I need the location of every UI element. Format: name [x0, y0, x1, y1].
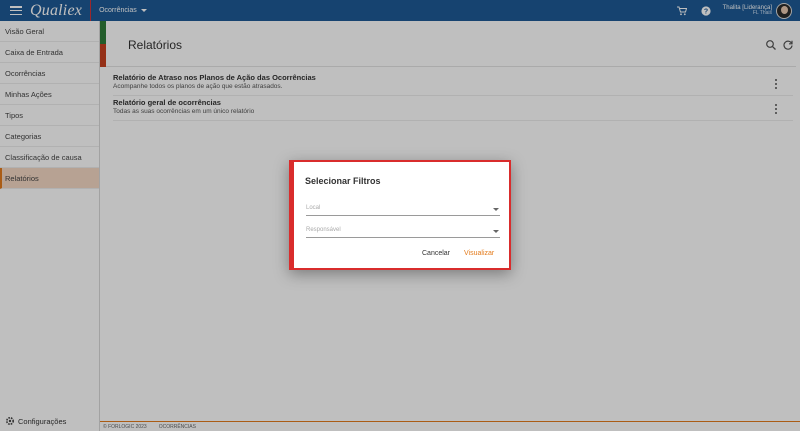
filter-dialog: Selecionar Filtros Local Responsável Can… [289, 160, 511, 270]
local-select[interactable]: Local [306, 202, 500, 216]
cancel-button[interactable]: Cancelar [422, 250, 450, 257]
dialog-title: Selecionar Filtros [305, 176, 381, 186]
chevron-down-icon [493, 230, 499, 233]
responsavel-select-label: Responsável [306, 227, 341, 233]
chevron-down-icon [493, 208, 499, 211]
responsavel-select[interactable]: Responsável [306, 224, 500, 238]
view-button[interactable]: Visualizar [464, 250, 494, 257]
local-select-label: Local [306, 205, 321, 211]
